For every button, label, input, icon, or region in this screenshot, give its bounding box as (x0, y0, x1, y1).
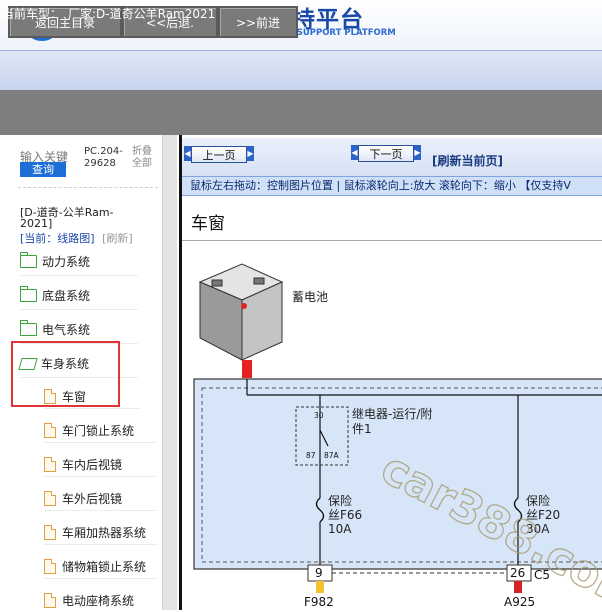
arrow-left-icon: ◀ (351, 145, 358, 160)
tree-doc-label: 车外后视镜 (62, 491, 123, 506)
relay-pin-label: 87 (306, 451, 316, 460)
next-page-label: 下一页 (358, 145, 414, 162)
folder-icon (20, 286, 37, 302)
relay-pin-label: 30 (314, 411, 324, 420)
sidebar-divider (18, 187, 158, 188)
fold-all-button[interactable]: 折叠全部 (132, 146, 160, 170)
refresh-page-button[interactable]: [刷新当前页] (432, 152, 503, 169)
refresh-link[interactable]: [刷新] (102, 232, 133, 245)
battery-icon (198, 263, 284, 361)
document-icon (44, 490, 56, 506)
arrow-right-icon: ▶ (414, 145, 421, 160)
connector-pin-label: 26 (510, 566, 525, 580)
current-vehicle-label: 当前车型： (2, 7, 63, 21)
tree-doc-glovebox-lock[interactable]: 储物箱锁止系统 (44, 554, 158, 579)
vehicle-bar (0, 90, 602, 135)
document-icon (44, 524, 56, 540)
wire-a925 (514, 581, 522, 593)
document-icon (44, 592, 56, 608)
battery-label: 蓄电池 (292, 290, 328, 304)
arrow-right-icon: ▶ (247, 146, 254, 161)
tree-doc-outside-mirror[interactable]: 车外后视镜 (44, 486, 156, 511)
wire-f982 (316, 581, 324, 593)
current-view-link[interactable]: 线路图] (57, 232, 94, 245)
document-icon (44, 422, 56, 438)
tree-doc-inside-mirror[interactable]: 车内后视镜 (44, 452, 156, 477)
next-page-button[interactable]: ◀ 下一页 ▶ (351, 145, 421, 162)
document-icon (44, 558, 56, 574)
fuse-f66-label: 保险 (328, 493, 352, 508)
current-view-row: [当前：线路图] [刷新] (20, 230, 133, 246)
tree-doc-label: 电动座椅系统 (62, 593, 135, 608)
tree-doc-door-locks[interactable]: 车门锁止系统 (44, 418, 156, 443)
fuse-f66-label: 丝F66 (328, 508, 362, 522)
tree-folder-electrical[interactable]: 电气系统 (20, 316, 138, 344)
relay-pin-label: 87A (324, 451, 340, 460)
wire-label: F982 (304, 595, 334, 609)
model-name: [D-道奇-公羊Ram-2021] (20, 206, 114, 230)
prev-page-button[interactable]: ◀ 上一页 ▶ (184, 146, 254, 163)
current-view-prefix: [当前： (20, 232, 58, 245)
nav-bar (0, 50, 602, 91)
tree-doc-label: 车内后视镜 (62, 457, 123, 472)
folder-icon (20, 252, 37, 268)
tree-doc-cabin-heater[interactable]: 车厢加热器系统 (44, 520, 158, 545)
wire-label: A925 (504, 595, 535, 609)
document-icon (44, 456, 56, 472)
fuse-f20-label: 保险 (526, 493, 550, 508)
forward-button[interactable]: >>前进 (218, 6, 298, 38)
title-divider (182, 240, 602, 241)
prev-page-label: 上一页 (191, 146, 247, 163)
wiring-diagram[interactable]: 蓄电池 30 87 87A 继电器-运行/附 件1 保险 丝F66 10A 保险… (182, 242, 602, 610)
fuse-f66-label: 10A (328, 522, 352, 536)
search-button[interactable]: 查询 (20, 162, 66, 177)
tree-folder-label: 电气系统 (42, 323, 91, 337)
tree-folder-chassis[interactable]: 底盘系统 (20, 282, 138, 310)
relay-label-1: 继电器-运行/附 (352, 407, 432, 421)
current-vehicle-text: 当前车型： 厂家:D-道奇公羊Ram2021 (2, 5, 215, 22)
sidebar-scrollbar[interactable] (162, 135, 177, 610)
tree-folder-power[interactable]: 动力系统 (20, 248, 138, 276)
hint-text: 鼠标左右拖动：控制图片位置 | 鼠标滚轮向上:放大 滚轮向下：缩小 【仅支持V (190, 179, 571, 192)
diagram-title: 车窗 (191, 214, 225, 234)
arrow-left-icon: ◀ (184, 146, 191, 161)
tree-folder-label: 底盘系统 (42, 289, 91, 303)
highlight-annotation (11, 341, 120, 407)
tree-doc-power-seats[interactable]: 电动座椅系统 (44, 588, 158, 612)
connector-pin-label: 9 (315, 566, 323, 580)
tree-folder-label: 动力系统 (42, 255, 91, 269)
relay-label-2: 件1 (352, 422, 372, 436)
folder-icon (20, 320, 37, 336)
vehicle-maker: 厂家:D-道奇公羊Ram2021 (68, 7, 216, 21)
pc-code-text: PC.204-29628 (84, 146, 123, 169)
tree-doc-label: 车门锁止系统 (62, 423, 135, 438)
tree-doc-label: 储物箱锁止系统 (62, 559, 147, 574)
battery-terminal (242, 360, 252, 378)
tree-doc-label: 车厢加热器系统 (62, 525, 147, 540)
